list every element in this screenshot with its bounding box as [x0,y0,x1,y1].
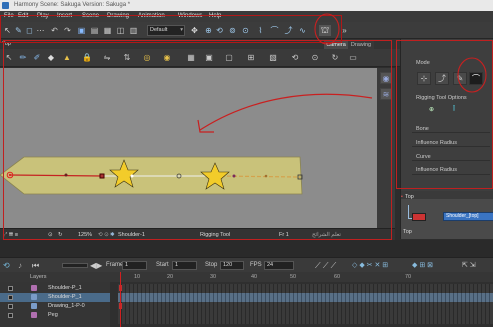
node-view-toolbar [401,191,493,199]
timeline-header: Layers 10 20 30 40 50 60 70 [0,272,493,282]
node-group-icon: ▪ [401,194,403,200]
timeline-body: Shoulder-P_1 Shoulder-P_1 Drawing_1-P-0 … [0,282,493,327]
keyframe-icons[interactable]: ◇ ◆ ✂ ✕ ⊞ [352,261,388,269]
layer-visibility-checkbox[interactable] [8,304,13,309]
layer-visibility-checkbox[interactable] [8,286,13,291]
more-timeline-icons[interactable]: ⇱ ⇲ [462,261,476,269]
harmony-window: Harmony Scene: Sakuga Version: Sakuga * … [0,0,493,327]
annotation-circle-rig-button [314,13,340,45]
ruler-10: 10 [134,274,141,280]
selected-layer-cells[interactable] [118,293,493,302]
ruler-30: 30 [210,274,217,280]
layer-row-selected[interactable]: Shoulder-P_1 [0,293,110,302]
timeline-toolbar: ⟲ ♪ ⏮ ◀▶ Frame 1 Start 1 Stop 120 FPS 24… [0,257,493,272]
playback-speed-slider[interactable] [62,263,88,268]
layer-name: Shoulder-P_1 [48,285,82,291]
node-bottom-label: Top [403,229,412,235]
shoulder-node[interactable]: Shoulder_[top] [443,212,493,221]
node-view[interactable]: Top ▪ Shoulder_[top] Top [400,191,493,239]
step-icon[interactable]: ◀▶ [90,261,102,270]
frame-label: Frame [106,262,124,268]
window-title: Harmony Scene: Sakuga Version: Sakuga * [14,2,131,8]
app-logo-icon [2,2,9,9]
playhead[interactable] [120,272,121,282]
stop-field[interactable]: 120 [220,261,244,270]
frame-cells[interactable] [118,284,493,324]
annotation-circle-envelope [457,57,487,93]
layer-visibility-checkbox[interactable] [8,313,13,318]
layer-name: Shoulder-P_1 [48,294,82,300]
frame-field[interactable]: 1 [122,261,147,270]
layers-label: Layers [30,274,47,280]
drawing-layer-icon [31,294,37,300]
first-frame-icon[interactable]: ⏮ [32,261,39,271]
peg-layer-icon [31,285,37,291]
loop-icon[interactable]: ⟲ [3,261,10,270]
fps-label: FPS [250,262,262,268]
peg-node[interactable] [412,213,426,221]
layer-name: Drawing_1-P-0 [48,303,85,309]
layer-row[interactable]: Peg [0,311,110,320]
start-label: Start [156,262,169,268]
tangent-icons[interactable]: ⟋ ⟋ ⟋ [315,261,336,271]
node-top-label: Top [405,194,414,200]
ruler-40: 40 [251,274,258,280]
start-field[interactable]: 1 [172,261,197,270]
ruler-50: 50 [290,274,297,280]
sound-icon[interactable]: ♪ [18,261,22,270]
drawing-layer-icon [31,303,37,309]
annotation-box-toolbar [0,15,342,43]
playhead-line [120,282,121,327]
ruler-60: 60 [334,274,341,280]
fps-field[interactable]: 24 [264,261,294,270]
layer-visibility-checkbox[interactable] [8,295,13,300]
layer-row[interactable]: Drawing_1-P-0 [0,302,110,311]
stop-label: Stop [205,262,218,268]
ruler-70: 70 [405,274,412,280]
peg-layer-icon [31,312,37,318]
layer-row[interactable]: Shoulder-P_1 [0,284,110,293]
annotation-box-canvas [3,40,392,240]
key-tools-icons[interactable]: ◆ ⊞ ⊠ [412,261,433,269]
panel-splitter[interactable] [0,240,493,257]
title-bar: Harmony Scene: Sakuga Version: Sakuga * [0,0,493,11]
layer-name: Peg [48,312,58,318]
ruler-20: 20 [167,274,174,280]
